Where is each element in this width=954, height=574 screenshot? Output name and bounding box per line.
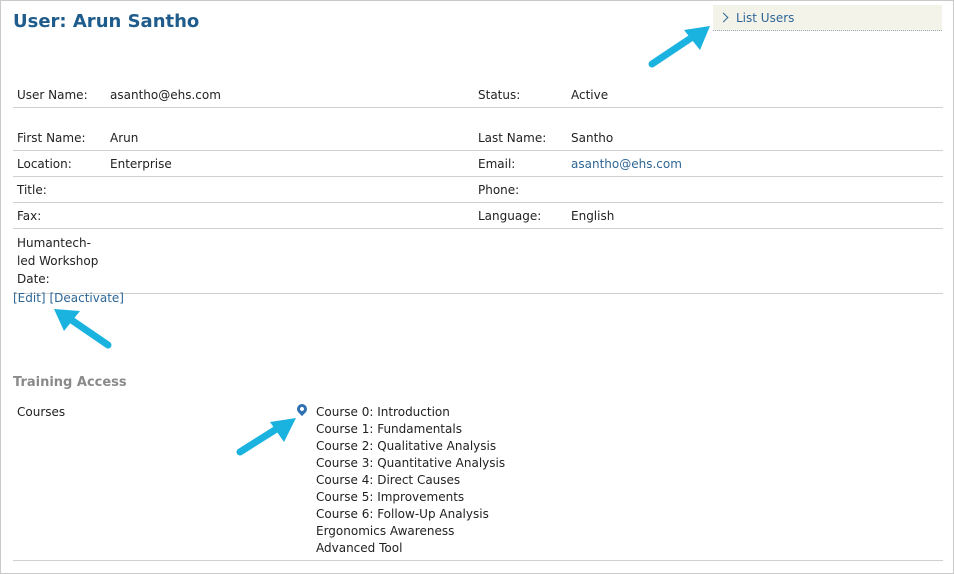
divider <box>13 560 943 561</box>
row-location: Location: Enterprise Email: asantho@ehs.… <box>13 150 943 177</box>
list-users-label: List Users <box>736 10 795 25</box>
page-title: User: Arun Santho <box>13 11 200 32</box>
phone-label: Phone: <box>474 176 567 203</box>
callout-arrow-icon <box>236 418 296 456</box>
callout-arrow-icon <box>54 309 112 349</box>
last-name-label: Last Name: <box>474 125 567 151</box>
email-link[interactable]: asantho@ehs.com <box>567 150 943 177</box>
course-item: Course 2: Qualitative Analysis <box>316 439 497 453</box>
title-value <box>106 176 474 203</box>
row-name: First Name: Arun Last Name: Santho <box>13 125 943 151</box>
course-item: Course 0: Introduction <box>316 405 450 419</box>
course-item: Course 3: Quantitative Analysis <box>316 456 506 470</box>
title-label: Title: <box>13 176 106 203</box>
username-label: User Name: <box>13 82 106 108</box>
workshop-date-label: Humantech-led Workshop Date: <box>13 228 106 294</box>
edit-link[interactable]: [Edit] <box>13 291 46 305</box>
first-name-label: First Name: <box>13 125 106 151</box>
course-list: Course 0: Introduction Course 1: Fundame… <box>316 404 505 557</box>
course-item: Course 6: Follow-Up Analysis <box>316 507 489 521</box>
training-access-heading: Training Access <box>13 375 127 390</box>
first-name-value: Arun <box>106 125 474 151</box>
fax-value <box>106 202 474 229</box>
workshop-date-value <box>106 228 474 294</box>
list-users-link[interactable]: List Users <box>713 5 942 31</box>
language-label: Language: <box>474 202 567 229</box>
course-item: Course 1: Fundamentals <box>316 422 462 436</box>
status-label: Status: <box>474 82 567 108</box>
course-item: Ergonomics Awareness <box>316 524 455 538</box>
username-value: asantho@ehs.com <box>106 82 474 108</box>
location-label: Location: <box>13 150 106 177</box>
row-username: User Name: asantho@ehs.com Status: Activ… <box>13 82 943 108</box>
email-label: Email: <box>474 150 567 177</box>
deactivate-link[interactable]: [Deactivate] <box>49 291 124 305</box>
last-name-value: Santho <box>567 125 943 151</box>
row-workshop: Humantech-led Workshop Date: <box>13 228 943 294</box>
status-value: Active <box>567 82 943 108</box>
course-item: Course 4: Direct Causes <box>316 473 461 487</box>
course-item: Course 5: Improvements <box>316 490 465 504</box>
row-title: Title: Phone: <box>13 176 943 203</box>
language-value: English <box>567 202 943 229</box>
chevron-right-icon <box>718 12 729 23</box>
fax-label: Fax: <box>13 202 106 229</box>
row-fax: Fax: Language: English <box>13 202 943 229</box>
phone-value <box>567 176 943 203</box>
location-value: Enterprise <box>106 150 474 177</box>
courses-label: Courses <box>17 405 66 419</box>
user-actions: [Edit] [Deactivate] <box>13 291 124 305</box>
user-details-table: User Name: asantho@ehs.com Status: Activ… <box>13 82 943 294</box>
callout-arrow-icon <box>648 26 710 68</box>
course-item: Advanced Tool <box>316 541 403 555</box>
spacer-row <box>13 108 943 126</box>
